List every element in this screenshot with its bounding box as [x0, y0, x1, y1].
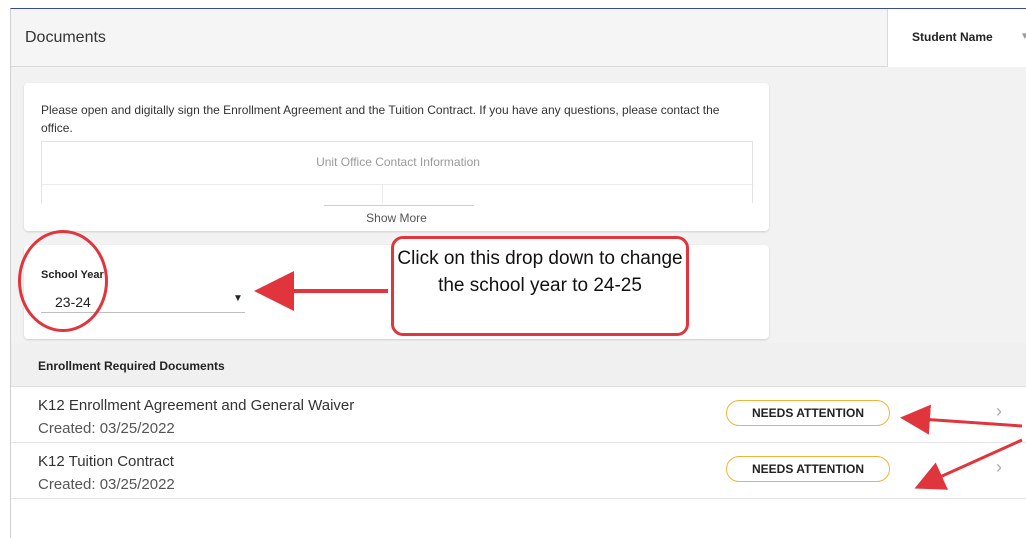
show-more-button[interactable]: Show More [24, 211, 769, 225]
contact-divider [42, 184, 754, 185]
show-more-divider [324, 205, 474, 206]
chevron-down-icon: ▼ [233, 293, 243, 304]
status-badge: NEEDS ATTENTION [726, 456, 890, 482]
annotation-circle [18, 230, 108, 332]
instructions-card: Please open and digitally sign the Enrol… [24, 83, 769, 231]
status-badge: NEEDS ATTENTION [726, 400, 890, 426]
student-name-dropdown[interactable]: Student Name ▾ [887, 9, 1026, 67]
document-title: K12 Tuition Contract [38, 453, 174, 470]
page-title: Documents [25, 29, 106, 46]
chevron-right-icon[interactable]: › [996, 457, 1002, 478]
page-header: Documents Student Name ▾ [11, 9, 1026, 67]
annotation-callout-text: Click on this drop down to change the sc… [397, 248, 683, 296]
student-name-label: Student Name [912, 30, 993, 44]
document-created-date: Created: 03/25/2022 [38, 420, 175, 437]
annotation-callout: Click on this drop down to change the sc… [391, 236, 689, 336]
chevron-down-icon: ▾ [1022, 30, 1026, 42]
document-created-date: Created: 03/25/2022 [38, 476, 175, 493]
documents-section-header: Enrollment Required Documents [11, 343, 1026, 387]
contact-column-divider [382, 184, 383, 204]
document-row[interactable]: K12 Tuition Contract Created: 03/25/2022… [11, 443, 1026, 499]
document-title: K12 Enrollment Agreement and General Wai… [38, 397, 355, 414]
chevron-right-icon[interactable]: › [996, 401, 1002, 422]
contact-info-title: Unit Office Contact Information [316, 155, 480, 169]
documents-section-title: Enrollment Required Documents [38, 359, 225, 373]
instructions-text: Please open and digitally sign the Enrol… [41, 103, 720, 135]
document-row[interactable]: K12 Enrollment Agreement and General Wai… [11, 387, 1026, 443]
contact-info-box: Unit Office Contact Information [41, 141, 754, 204]
documents-panel: Enrollment Required Documents K12 Enroll… [11, 343, 1026, 538]
